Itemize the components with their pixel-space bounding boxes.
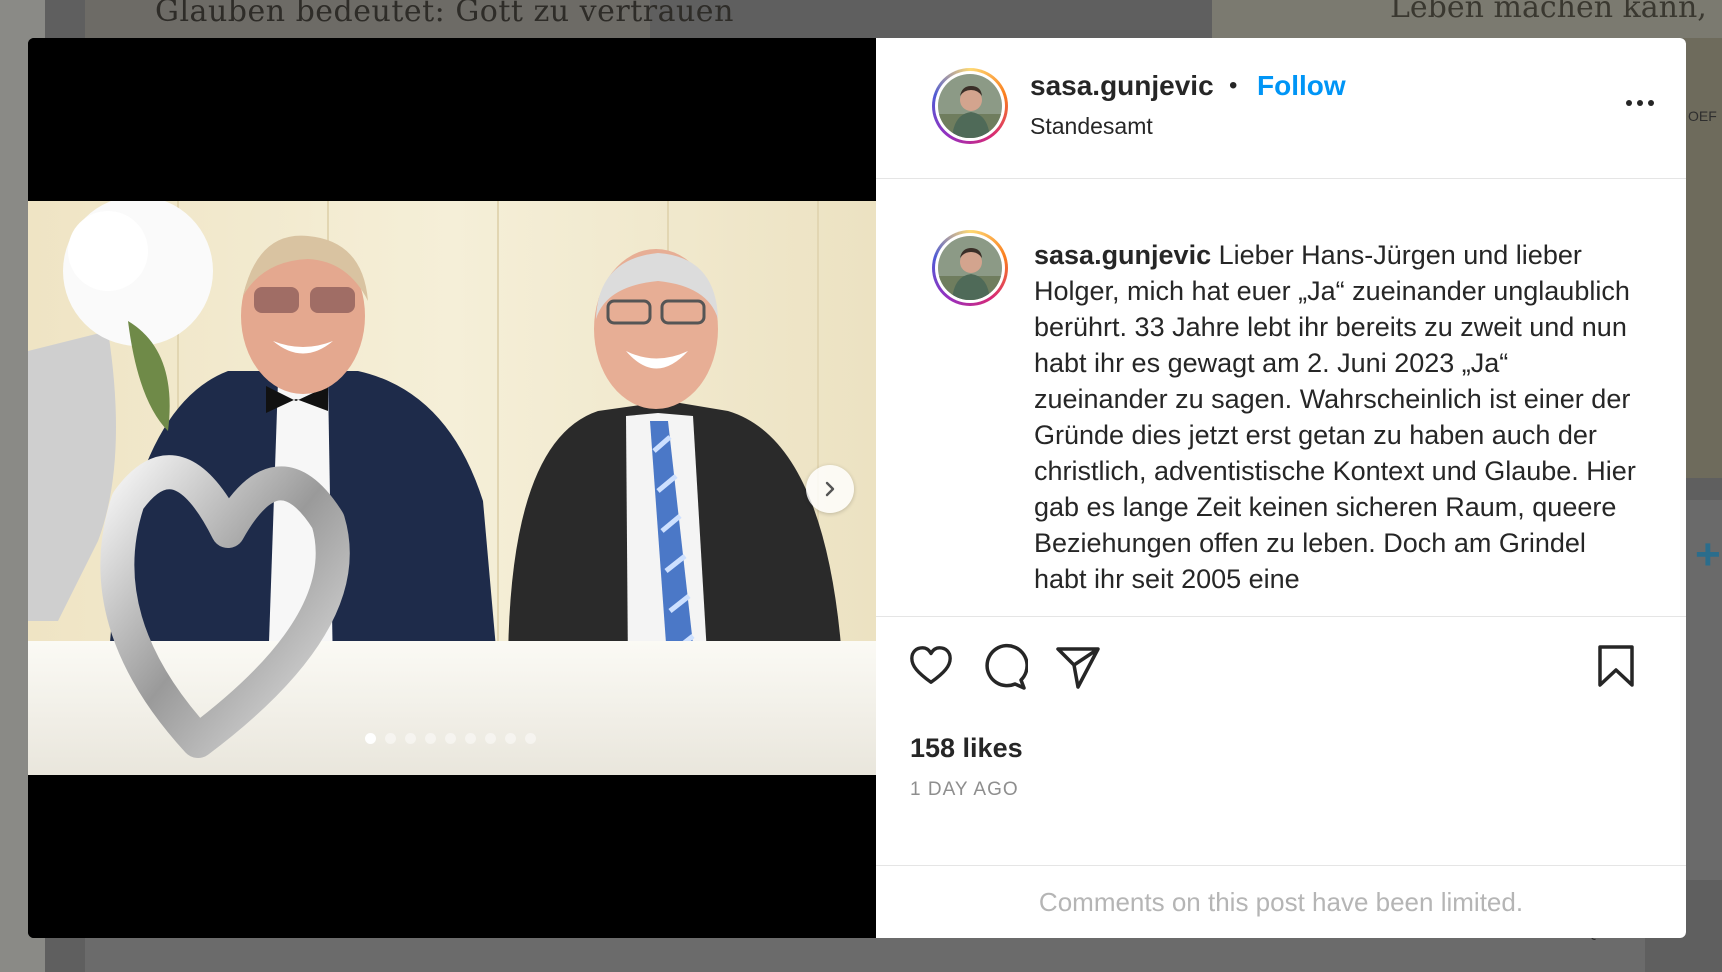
header-separator: • (1229, 72, 1238, 99)
post-timestamp[interactable]: 1 DAY AGO (910, 779, 1019, 801)
comment-button[interactable] (980, 643, 1029, 696)
save-button[interactable] (1594, 643, 1638, 694)
carousel-dot (385, 733, 396, 744)
heart-icon (910, 646, 952, 684)
carousel-dot (405, 733, 416, 744)
post-sidebar: sasa.gunjevic • Follow Standesamt sasa.g… (876, 38, 1686, 938)
post-caption-area: sasa.gunjevic Lieber Hans-Jürgen und lie… (876, 179, 1686, 615)
background-page-right (1680, 38, 1722, 478)
post-caption: sasa.gunjevic Lieber Hans-Jürgen und lie… (1034, 237, 1644, 597)
more-options-button[interactable] (1626, 100, 1654, 106)
background-text-right: Leben machen kann, (1390, 0, 1707, 25)
chevron-right-icon (825, 481, 835, 497)
post-media (28, 38, 876, 938)
avatar-image (938, 74, 1002, 138)
author-avatar[interactable] (932, 68, 1008, 144)
carousel-dot (425, 733, 436, 744)
follow-button[interactable]: Follow (1257, 70, 1346, 102)
caption-username[interactable]: sasa.gunjevic (1034, 240, 1211, 270)
post-header: sasa.gunjevic • Follow Standesamt (876, 38, 1686, 179)
author-username[interactable]: sasa.gunjevic (1030, 70, 1214, 102)
bookmark-icon (1598, 645, 1634, 687)
post-location[interactable]: Standesamt (1030, 113, 1153, 140)
caption-text: Lieber Hans-Jürgen und lieber Holger, mi… (1034, 240, 1636, 594)
background-page-bottom (85, 938, 1645, 972)
carousel-dot (445, 733, 456, 744)
send-icon (1056, 647, 1100, 689)
more-icon (1626, 100, 1632, 106)
caption-author-avatar[interactable] (932, 230, 1008, 306)
carousel-dot (365, 733, 376, 744)
background-text-left: Glauben bedeutet: Gott zu vertrauen (155, 0, 734, 29)
carousel-dot (485, 733, 496, 744)
next-slide-button[interactable] (806, 465, 854, 513)
like-button[interactable] (908, 643, 954, 694)
carousel-dot (505, 733, 516, 744)
background-side-text: OEF (1688, 108, 1717, 124)
like-count[interactable]: 158 likes (910, 733, 1023, 764)
background-plus-icon: + (1695, 530, 1721, 579)
wedding-photo-image (28, 201, 876, 775)
avatar-image (938, 236, 1002, 300)
post-actions: 158 likes 1 DAY AGO (876, 616, 1686, 866)
comment-icon (985, 643, 1029, 690)
share-button[interactable] (1054, 643, 1102, 696)
carousel-dot (465, 733, 476, 744)
post-modal: sasa.gunjevic • Follow Standesamt sasa.g… (28, 38, 1686, 938)
comments-limited-notice: Comments on this post have been limited. (1038, 887, 1524, 917)
carousel-dot (525, 733, 536, 744)
post-photo[interactable] (28, 201, 876, 775)
carousel-indicator (365, 733, 536, 744)
